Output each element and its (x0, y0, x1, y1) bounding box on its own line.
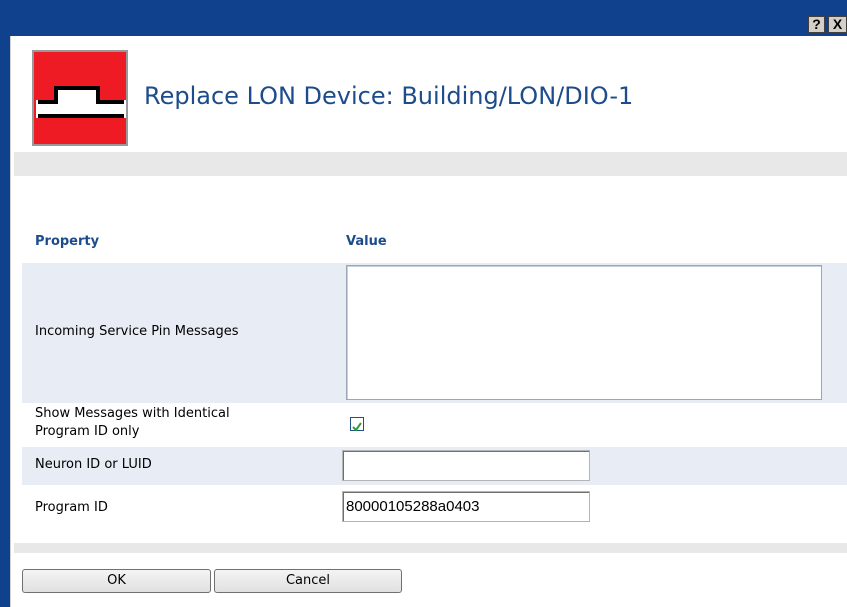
lon-device-icon (32, 50, 128, 146)
property-label: Neuron ID or LUID (35, 457, 152, 472)
property-label: Incoming Service Pin Messages (35, 324, 239, 339)
program-id-input[interactable]: 80000105288a0403 (342, 491, 590, 522)
page-title: Replace LON Device: Building/LON/DIO-1 (144, 82, 634, 110)
window-titlebar: ? X (0, 0, 847, 36)
close-icon: X (832, 16, 843, 32)
property-label: Program ID only (35, 424, 140, 439)
footer-separator (14, 543, 847, 553)
neuron-id-input[interactable] (342, 450, 590, 481)
identical-program-id-checkbox[interactable] (350, 417, 364, 432)
column-header-property: Property (35, 234, 100, 249)
service-pin-messages-list[interactable] (346, 265, 822, 400)
lon-device-glyph (36, 86, 126, 118)
property-label: Program ID (35, 500, 108, 515)
window-inner-border (10, 36, 14, 607)
column-header-value: Value (346, 234, 387, 249)
close-button[interactable]: X (828, 16, 847, 33)
checkmark-icon (352, 422, 362, 432)
help-button[interactable]: ? (808, 16, 825, 33)
ok-button[interactable]: OK (22, 569, 211, 593)
cancel-button[interactable]: Cancel (214, 569, 402, 593)
property-label: Show Messages with Identical (35, 406, 230, 421)
header-separator (14, 152, 847, 176)
window-left-border (0, 36, 10, 607)
help-icon: ? (812, 16, 821, 32)
